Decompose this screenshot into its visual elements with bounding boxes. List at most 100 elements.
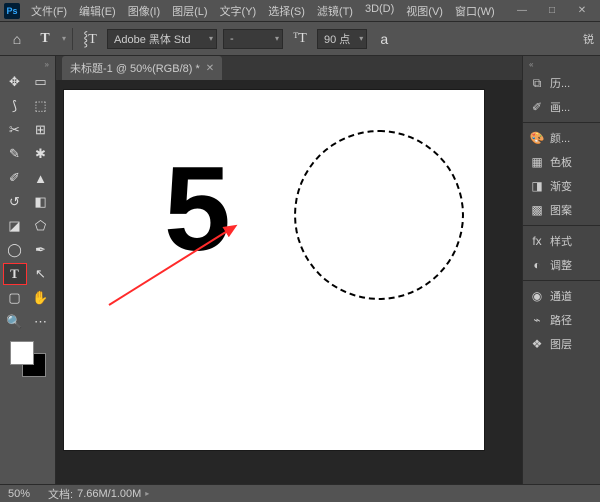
eyedropper-tool[interactable]: ✎ (3, 143, 27, 165)
toolbox-collapse-icon[interactable]: » (45, 60, 53, 71)
panel-patterns-label: 图案 (550, 202, 572, 218)
separator (72, 28, 73, 50)
panel-paths[interactable]: ⌁路径 (523, 308, 600, 332)
pen-tool[interactable]: ✒ (29, 239, 53, 261)
font-style-value: - (230, 33, 234, 45)
frame-tool[interactable]: ⊞ (29, 119, 53, 141)
gradient-tool[interactable]: ◪ (3, 215, 27, 237)
status-doc-size[interactable]: 文档: 7.66M/1.00M ▸ (48, 486, 149, 502)
panel-layers[interactable]: ❖图层 (523, 332, 600, 356)
document-tab[interactable]: 未标题-1 @ 50%(RGB/8) * ✕ (62, 56, 222, 80)
foreground-color[interactable] (10, 341, 34, 365)
menu-select[interactable]: 选择(S) (263, 1, 310, 21)
font-size-value: 90 点 (324, 31, 350, 47)
gradient-icon: ◨ (529, 178, 545, 194)
dodge-tool[interactable]: ◯ (3, 239, 27, 261)
panel-brush-label: 画... (550, 99, 570, 115)
menu-bar: Ps 文件(F) 编辑(E) 图像(I) 图层(L) 文字(Y) 选择(S) 滤… (0, 0, 600, 22)
home-icon[interactable]: ⌂ (6, 28, 28, 50)
panel-paths-label: 路径 (550, 312, 572, 328)
stamp-tool[interactable]: ▲ (29, 167, 53, 189)
font-family-value: Adobe 黑体 Std (114, 31, 190, 47)
patterns-icon: ▩ (529, 202, 545, 218)
menu-layer[interactable]: 图层(L) (167, 1, 212, 21)
edit-toolbar[interactable]: ⋯ (29, 311, 53, 333)
history-icon: ⧉ (529, 75, 545, 91)
menu-3d[interactable]: 3D(D) (360, 1, 399, 21)
tool-preset-dropdown[interactable]: ▾ (62, 34, 66, 43)
color-icon: 🎨 (529, 130, 545, 146)
window-controls: — □ ✕ (508, 2, 596, 20)
hand-tool[interactable]: ✋ (29, 287, 53, 309)
status-doc-label: 文档: (48, 486, 73, 502)
panel-adjustments[interactable]: ◐ 调整 (523, 253, 600, 277)
status-zoom[interactable]: 50% (8, 488, 30, 500)
panel-history-label: 历... (550, 75, 570, 91)
status-bar: 50% 文档: 7.66M/1.00M ▸ (0, 484, 600, 502)
menu-filter[interactable]: 滤镜(T) (312, 1, 358, 21)
panel-swatches[interactable]: ▦色板 (523, 150, 600, 174)
menu-type[interactable]: 文字(Y) (215, 1, 262, 21)
panel-separator (523, 122, 600, 123)
path-select-tool[interactable]: ↖ (29, 263, 53, 285)
panel-brush[interactable]: ✐画... (523, 95, 600, 119)
workspace: » ✥ ▭ ⟆ ⬚ ✂ ⊞ ✎ ✱ ✐ ▲ ↺ ◧ ◪ ⬠ ◯ ✒ T ↖ ▢ … (0, 56, 600, 484)
panel-collapse-icon[interactable]: « (523, 60, 533, 71)
menu-view[interactable]: 视图(V) (401, 1, 448, 21)
status-chevron-icon: ▸ (145, 489, 149, 498)
menu-image[interactable]: 图像(I) (123, 1, 165, 21)
close-button[interactable]: ✕ (568, 2, 596, 20)
quick-select-tool[interactable]: ⬚ (29, 95, 53, 117)
shape-tool[interactable]: ▢ (3, 287, 27, 309)
styles-icon: fx (529, 233, 545, 249)
marquee-tool[interactable]: ▭ (29, 71, 53, 93)
canvas-viewport[interactable]: 5 (56, 80, 522, 484)
minimize-button[interactable]: — (508, 2, 536, 20)
panel-adjustments-label: 调整 (550, 257, 572, 273)
close-tab-icon[interactable]: ✕ (206, 63, 214, 74)
panel-gradient[interactable]: ◨ 渐变 (523, 174, 600, 198)
app-logo: Ps (4, 3, 20, 19)
font-style-dropdown[interactable]: - (223, 29, 283, 49)
canvas-circle-path[interactable] (294, 130, 464, 300)
panel-color[interactable]: 🎨颜... (523, 126, 600, 150)
brush-tool[interactable]: ✐ (3, 167, 27, 189)
text-orientation-icon[interactable]: ⸾T (79, 28, 101, 50)
font-size-dropdown[interactable]: 90 点 (317, 29, 367, 49)
color-swatch[interactable] (10, 341, 46, 377)
panel-channels-label: 通道 (550, 288, 572, 304)
lasso-tool[interactable]: ⟆ (3, 95, 27, 117)
font-family-dropdown[interactable]: Adobe 黑体 Std (107, 29, 217, 49)
panel-history[interactable]: ⧉ 历... (523, 71, 600, 95)
panel-patterns[interactable]: ▩ 图案 (523, 198, 600, 222)
move-tool[interactable]: ✥ (3, 71, 27, 93)
panel-channels[interactable]: ◉ 通道 (523, 284, 600, 308)
maximize-button[interactable]: □ (538, 2, 566, 20)
tool-preset-type-icon[interactable]: T (34, 28, 56, 50)
blur-tool[interactable]: ⬠ (29, 215, 53, 237)
menu-edit[interactable]: 编辑(E) (74, 1, 121, 21)
options-bar: ⌂ T ▾ ⸾T Adobe 黑体 Std - ᵀT 90 点 a 锐 (0, 22, 600, 56)
menu-file[interactable]: 文件(F) (26, 1, 72, 21)
healing-tool[interactable]: ✱ (29, 143, 53, 165)
toolbox: » ✥ ▭ ⟆ ⬚ ✂ ⊞ ✎ ✱ ✐ ▲ ↺ ◧ ◪ ⬠ ◯ ✒ T ↖ ▢ … (0, 56, 56, 484)
zoom-tool[interactable]: 🔍 (3, 311, 27, 333)
channels-icon: ◉ (529, 288, 545, 304)
panel-gradient-label: 渐变 (550, 178, 572, 194)
panel-separator (523, 225, 600, 226)
panel-styles[interactable]: fx样式 (523, 229, 600, 253)
canvas[interactable]: 5 (64, 90, 484, 450)
adjustments-icon: ◐ (529, 257, 545, 273)
eraser-tool[interactable]: ◧ (29, 191, 53, 213)
antialias-label: 锐 (583, 31, 594, 47)
document-tab-bar: 未标题-1 @ 50%(RGB/8) * ✕ (56, 56, 522, 80)
menu-window[interactable]: 窗口(W) (450, 1, 500, 21)
antialias-icon: a (373, 28, 395, 50)
type-tool[interactable]: T (3, 263, 27, 285)
history-brush-tool[interactable]: ↺ (3, 191, 27, 213)
panel-swatches-label: 色板 (550, 154, 572, 170)
document-area: 未标题-1 @ 50%(RGB/8) * ✕ 5 (56, 56, 522, 484)
annotation-arrow (104, 220, 244, 310)
crop-tool[interactable]: ✂ (3, 119, 27, 141)
status-doc-value: 7.66M/1.00M (77, 488, 141, 500)
